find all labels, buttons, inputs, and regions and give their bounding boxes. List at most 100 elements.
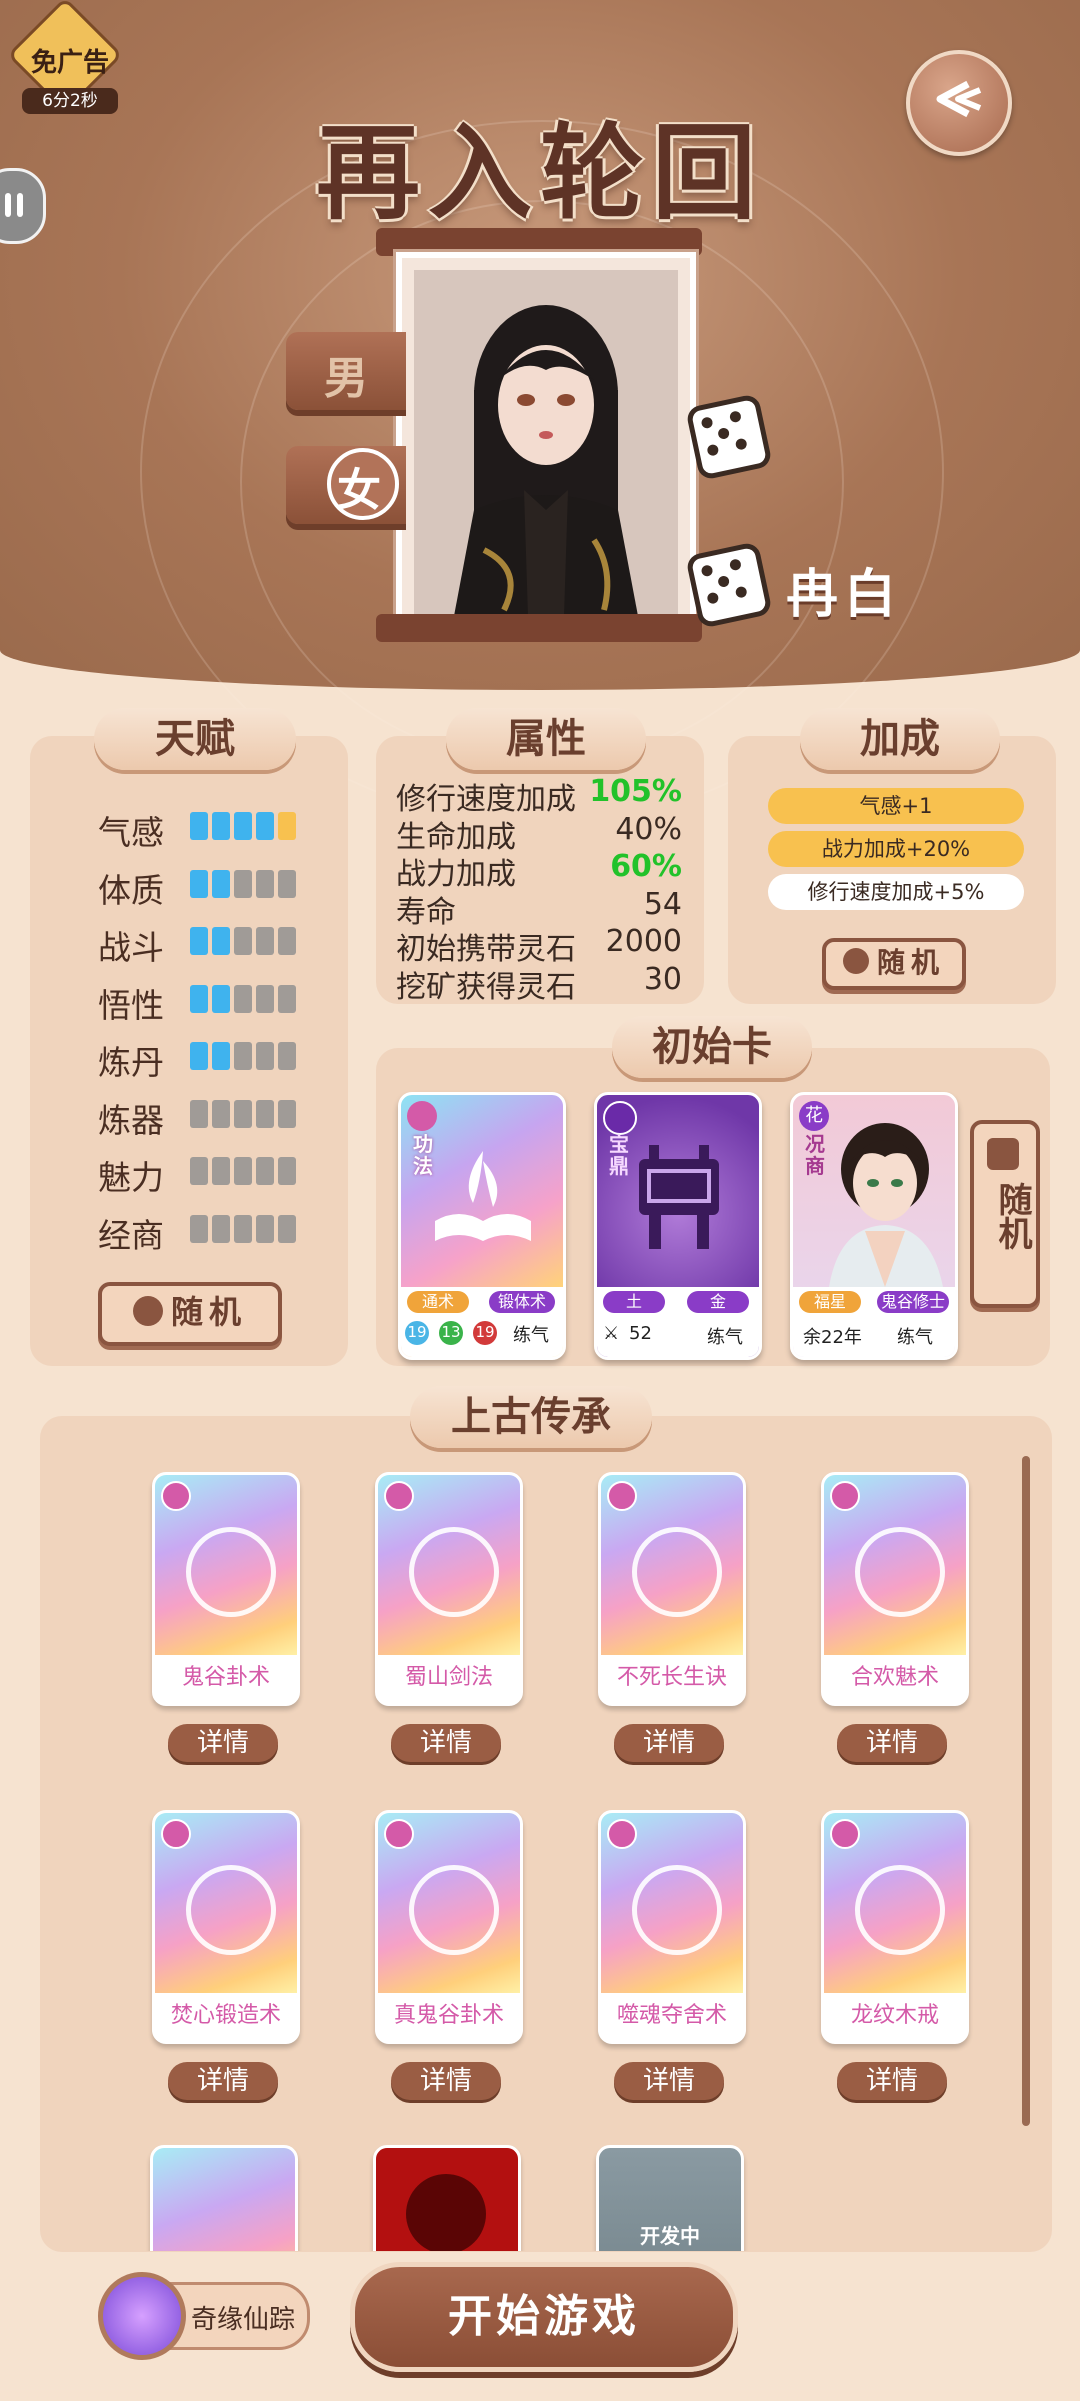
inheritance-name: 合欢魅术 <box>850 1665 939 1690</box>
talent-row: 炼器 <box>98 1094 296 1142</box>
inheritance-card-partial[interactable] <box>373 2145 521 2251</box>
technique-category-icon <box>407 1101 437 1131</box>
category-icon <box>161 1819 191 1849</box>
technique-emblem-icon <box>409 1865 499 1955</box>
inheritance-name: 龙纹木戒 <box>850 2003 939 2028</box>
talent-panel <box>30 736 348 1366</box>
bonus-item: 气感+1 <box>768 788 1024 824</box>
remove-ads-badge[interactable]: 免广告 6分2秒 <box>7 0 123 114</box>
category-icon <box>830 1819 860 1849</box>
start-game-button[interactable]: 开始游戏 <box>350 2262 738 2372</box>
fate-compass-icon <box>98 2272 186 2360</box>
scroll-rod-bottom <box>376 614 702 642</box>
initial-cards-title: 初始卡 <box>612 1016 812 1078</box>
attribute-value: 2000 <box>605 924 682 959</box>
talent-label: 经商 <box>98 1215 164 1255</box>
detail-button[interactable]: 详情 <box>391 1724 501 1762</box>
inheritance-scrollbar[interactable] <box>1022 1456 1030 2126</box>
inheritance-card-partial[interactable] <box>150 2145 298 2251</box>
double-chevron-left-icon <box>936 80 982 118</box>
category-icon <box>607 1819 637 1849</box>
character-portrait <box>396 252 696 634</box>
attribute-value: 40% <box>615 811 682 847</box>
inheritance-card[interactable]: 蜀山剑法 <box>375 1472 523 1706</box>
inheritance-card-in-dev[interactable]: 开发中 <box>596 2145 744 2251</box>
inheritance-card[interactable]: 鬼谷卦术 <box>152 1472 300 1706</box>
inheritance-card[interactable]: 真鬼谷卦术 <box>375 1810 523 2044</box>
character-avatar-icon <box>454 305 638 616</box>
talent-label: 炼器 <box>98 1100 164 1140</box>
inheritance-title: 上古传承 <box>410 1386 652 1448</box>
talent-label: 炼丹 <box>98 1043 164 1082</box>
detail-button[interactable]: 详情 <box>168 1724 278 1762</box>
attribute-value: 30 <box>643 961 682 997</box>
detail-button[interactable]: 详情 <box>837 2062 947 2100</box>
technique-emblem-icon <box>632 1865 722 1955</box>
detail-button[interactable]: 详情 <box>391 2062 501 2100</box>
talent-label: 体质 <box>98 870 164 910</box>
attribute-value: 54 <box>643 886 682 922</box>
bonus-item: 战力加成+20% <box>768 831 1024 867</box>
initial-cards-random-button[interactable]: 随机 <box>970 1120 1040 1308</box>
random-name-dice-icon[interactable] <box>685 541 773 629</box>
talent-label: 战斗 <box>98 928 164 967</box>
cauldron-icon <box>639 1145 719 1249</box>
inheritance-card[interactable]: 合欢魅术 <box>821 1472 969 1706</box>
cultivator-portrait-icon <box>829 1123 943 1287</box>
category-icon <box>161 1481 191 1511</box>
gender-male-label: 男 <box>324 353 368 404</box>
technique-emblem-icon <box>186 1527 276 1617</box>
inheritance-card[interactable]: 噬魂夺舍术 <box>598 1810 746 2044</box>
talent-label: 悟性 <box>98 985 164 1025</box>
technique-emblem-icon <box>632 1527 722 1617</box>
technique-emblem-icon <box>855 1865 945 1955</box>
initial-card-technique[interactable]: 功法 通术 锻体术 19 13 19 练气 <box>398 1092 566 1360</box>
random-appearance-dice-icon[interactable] <box>685 393 773 481</box>
dice-icon <box>132 1296 163 1326</box>
bonus-title: 加成 <box>800 708 1000 770</box>
attribute-value: 60% <box>610 849 682 884</box>
sword-icon: ⚔ <box>603 1323 620 1344</box>
initial-card-cauldron[interactable]: 宝鼎 土 金 ⚔ 52 练气 <box>594 1092 762 1360</box>
detail-button[interactable]: 详情 <box>168 2062 278 2100</box>
category-icon <box>384 1819 414 1849</box>
talent-row: 经商 <box>98 1209 296 1257</box>
inheritance-card[interactable]: 不死长生诀 <box>598 1472 746 1706</box>
dice-icon <box>842 948 869 974</box>
detail-button[interactable]: 详情 <box>614 2062 724 2100</box>
bonus-item: 修行速度加成+5% <box>768 874 1024 910</box>
detail-button[interactable]: 详情 <box>837 1724 947 1762</box>
talent-row: 悟性 <box>98 979 296 1027</box>
remove-ads-label: 免广告 <box>30 48 109 78</box>
technique-emblem-icon <box>855 1527 945 1617</box>
ad-timer: 6分2秒 <box>22 88 118 114</box>
inheritance-name: 不死长生诀 <box>616 1665 727 1690</box>
bonus-random-button[interactable]: 随机 <box>822 938 966 990</box>
inheritance-name: 噬魂夺舍术 <box>616 2003 727 2028</box>
talent-title: 天赋 <box>94 708 296 770</box>
initial-card-merchant[interactable]: 花 况商 福星 鬼谷修士 余22年 练气 <box>790 1092 958 1360</box>
category-icon <box>607 1481 637 1511</box>
attribute-row: 挖矿获得灵石 30 <box>396 962 696 1006</box>
technique-emblem-icon <box>186 1865 276 1955</box>
talent-random-button[interactable]: 随机 <box>98 1282 282 1346</box>
inheritance-name: 真鬼谷卦术 <box>393 2003 504 2028</box>
back-button[interactable] <box>906 50 1012 156</box>
detail-button[interactable]: 详情 <box>614 1724 724 1762</box>
inheritance-name: 蜀山剑法 <box>404 1665 493 1690</box>
talent-label: 魅力 <box>98 1158 164 1197</box>
talent-row: 体质 <box>98 864 296 912</box>
talent-row: 战斗 <box>98 921 296 969</box>
dice-icon <box>987 1138 1019 1170</box>
cauldron-category-icon <box>603 1101 637 1135</box>
inheritance-name: 焚心锻造术 <box>170 2003 281 2028</box>
inheritance-card[interactable]: 龙纹木戒 <box>821 1810 969 2044</box>
side-menu-tab[interactable] <box>0 168 46 244</box>
inheritance-card[interactable]: 焚心锻造术 <box>152 1810 300 2044</box>
attributes-title: 属性 <box>446 708 646 770</box>
gender-male-tab[interactable]: 男 <box>286 332 406 410</box>
gender-female-label: 女 <box>337 465 381 516</box>
category-icon <box>830 1481 860 1511</box>
attribute-value: 105% <box>589 774 682 809</box>
talent-row: 炼丹 <box>98 1036 296 1084</box>
